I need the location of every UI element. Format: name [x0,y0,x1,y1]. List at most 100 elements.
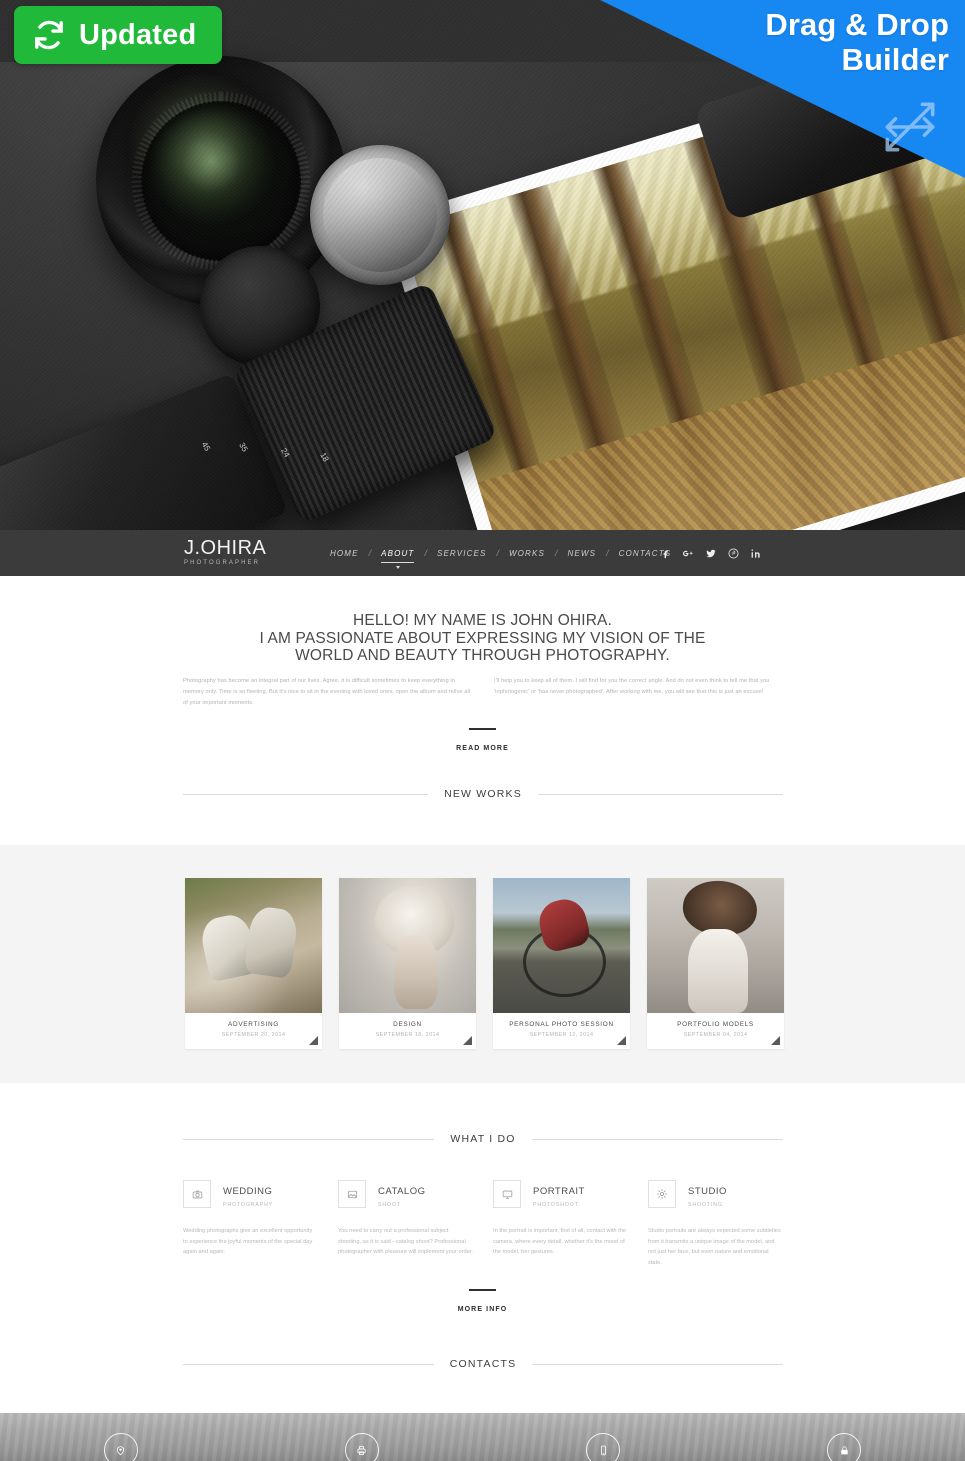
service-title: STUDIO [688,1185,727,1197]
work-title: PORTFOLIO MODELS [677,1021,754,1028]
more-info-button[interactable]: MORE INFO [458,1306,508,1313]
new-works-title-text: NEW WORKS [444,788,522,800]
intro-paragraph-left: Photography has become an integral part … [183,678,471,706]
work-thumbnail [493,878,630,1013]
page-root: 45 35 24 18 Updated Drag & Drop Builder [0,0,965,1461]
new-works-section-title: NEW WORKS [183,788,784,800]
camera-icon [183,1180,211,1208]
service-title: CATALOG [378,1185,426,1197]
new-works-band: ADVERTISING SEPTEMBER 20, 2014 DESIGN SE… [0,845,965,1083]
read-more-rule [469,728,496,730]
intro-heading-line-1: HELLO! MY NAME IS JOHN OHIRA. [352,612,612,629]
nav-item-news[interactable]: NEWS [557,549,606,558]
intro-heading: HELLO! MY NAME IS JOHN OHIRA. I AM PASSI… [0,612,965,665]
image-icon [338,1180,366,1208]
corner-fold-icon [463,1036,472,1045]
work-thumbnail [339,878,476,1013]
work-date: SEPTEMBER 12, 2014 [529,1032,594,1038]
service-item-studio[interactable]: STUDIO SHOOTING Studio portraits are alw… [648,1180,783,1268]
refresh-icon [32,18,66,52]
work-date: SEPTEMBER 20, 2014 [221,1032,286,1038]
twitter-icon[interactable] [705,548,717,559]
services-grid: WEDDING PHOTOGRAPHY Wedding photographs … [183,1180,783,1268]
hero-grain-overlay [0,0,965,530]
contact-icon-slot [241,1433,482,1461]
work-thumbnail [647,878,784,1013]
service-title: WEDDING [223,1185,273,1197]
location-pin-icon[interactable] [103,1433,138,1461]
site-logo[interactable]: J.OHIRA PHOTOGRAPHER [184,538,266,566]
divider-right [531,1138,783,1140]
service-subtitle: PHOTOSHOOT [533,1201,579,1208]
work-date: SEPTEMBER 04, 2014 [683,1032,748,1038]
work-card[interactable]: PORTFOLIO MODELS SEPTEMBER 04, 2014 [647,878,784,1049]
service-description: Studio portraits are always expected som… [648,1228,781,1266]
work-card[interactable]: DESIGN SEPTEMBER 18, 2014 [339,878,476,1049]
work-caption: ADVERTISING SEPTEMBER 20, 2014 [185,1013,322,1049]
nav-item-about[interactable]: ABOUT [371,549,424,569]
intro-heading-line-2: I AM PASSIONATE ABOUT EXPRESSING MY VISI… [259,629,706,647]
monitor-icon [493,1180,521,1208]
work-card[interactable]: PERSONAL PHOTO SESSION SEPTEMBER 12, 201… [493,878,630,1049]
work-card[interactable]: ADVERTISING SEPTEMBER 20, 2014 [185,878,322,1049]
service-subtitle: PHOTOGRAPHY [223,1201,274,1208]
what-i-do-title-text: WHAT I DO [450,1133,516,1145]
service-description: Wedding photographs give an excellent op… [183,1228,313,1255]
read-more-button[interactable]: READ MORE [456,745,509,752]
more-info-block: MORE INFO [0,1289,965,1316]
divider-left [183,793,429,795]
contacts-title-text: CONTACTS [449,1358,517,1370]
service-item-portrait[interactable]: PORTRAIT PHOTOSHOOT In the portrait is i… [493,1180,628,1268]
brand-subtitle: PHOTOGRAPHER [184,560,261,566]
work-title: DESIGN [393,1021,422,1028]
divider-right [532,1363,784,1365]
work-caption: DESIGN SEPTEMBER 18, 2014 [339,1013,476,1049]
fax-icon[interactable] [344,1433,379,1461]
service-item-wedding[interactable]: WEDDING PHOTOGRAPHY Wedding photographs … [183,1180,318,1268]
service-header: PORTRAIT PHOTOSHOOT [493,1180,628,1208]
contacts-icon-row [0,1413,965,1461]
main-navigation-bar: J.OHIRA PHOTOGRAPHER HOME / ABOUT / SERV… [0,530,965,576]
contact-icon-slot [724,1433,965,1461]
work-title: PERSONAL PHOTO SESSION [509,1021,614,1028]
work-title: ADVERTISING [228,1021,279,1028]
nav-item-home[interactable]: HOME [320,549,369,558]
service-item-catalog[interactable]: CATALOG SHOOT You need to carry out a pr… [338,1180,473,1268]
linkedin-icon[interactable] [750,548,761,559]
corner-fold-icon [309,1036,318,1045]
updated-badge-label: Updated [79,18,197,51]
work-thumbnail [185,878,322,1013]
read-more-block: READ MORE [0,728,965,755]
pinterest-icon[interactable] [728,548,739,559]
service-labels: WEDDING PHOTOGRAPHY [223,1181,273,1208]
hero-image: 45 35 24 18 [0,0,965,530]
nav-item-works[interactable]: WORKS [499,549,555,558]
google-plus-icon[interactable] [682,548,694,559]
nav-item-services[interactable]: SERVICES [427,549,497,558]
nav-menu: HOME / ABOUT / SERVICES / WORKS / NEWS /… [320,530,681,576]
service-labels: PORTRAIT PHOTOSHOOT [533,1181,585,1208]
work-caption: PERSONAL PHOTO SESSION SEPTEMBER 12, 201… [493,1013,630,1049]
updated-badge[interactable]: Updated [14,6,223,64]
new-works-grid: ADVERTISING SEPTEMBER 20, 2014 DESIGN SE… [185,878,784,1049]
service-labels: STUDIO SHOOTING [688,1181,727,1208]
intro-heading-line-3: WORLD AND BEAUTY THROUGH PHOTOGRAPHY. [295,647,670,664]
service-header: WEDDING PHOTOGRAPHY [183,1180,318,1208]
work-date: SEPTEMBER 18, 2014 [375,1032,440,1038]
facebook-icon[interactable] [660,548,671,559]
service-header: STUDIO SHOOTING [648,1180,783,1208]
intro-paragraph-right: I'll help you to keep all of them. I wil… [494,678,770,695]
corner-fold-icon [771,1036,780,1045]
contact-icon-slot [483,1433,724,1461]
lock-icon[interactable] [827,1433,862,1461]
service-subtitle: SHOOTING [688,1201,723,1208]
mobile-phone-icon[interactable] [586,1433,621,1461]
brand-title: J.OHIRA [184,537,267,559]
sun-icon [648,1180,676,1208]
more-info-rule [469,1289,496,1291]
service-header: CATALOG SHOOT [338,1180,473,1208]
service-labels: CATALOG SHOOT [378,1181,426,1208]
divider-right [537,793,784,795]
what-i-do-section-title: WHAT I DO [183,1133,783,1145]
service-subtitle: SHOOT [378,1201,401,1208]
